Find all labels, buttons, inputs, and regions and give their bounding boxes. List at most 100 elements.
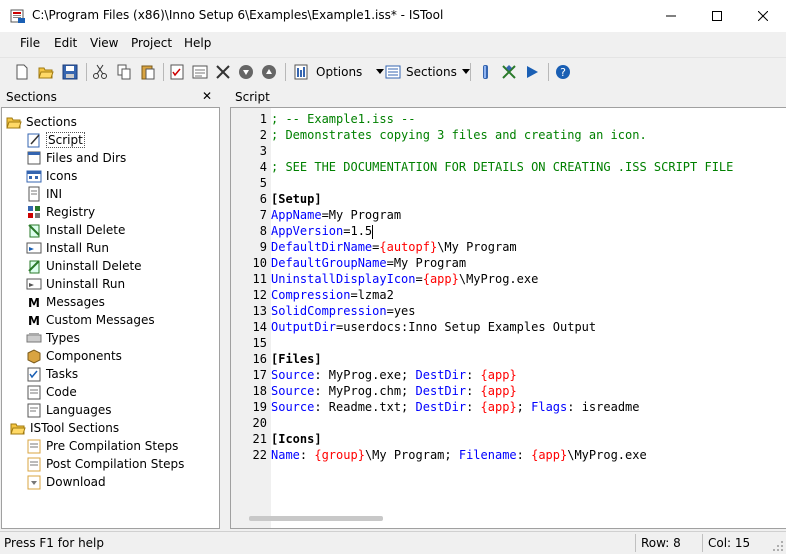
- horizontal-scrollbar[interactable]: [249, 516, 383, 521]
- new-button[interactable]: [12, 62, 32, 82]
- paste-button[interactable]: [138, 62, 158, 82]
- token-plain: =My Program: [321, 208, 402, 222]
- line-number: 16: [252, 352, 267, 366]
- arrow-down-circle-icon: [239, 65, 253, 79]
- token-key: DestDir: [415, 384, 467, 398]
- tree-item-istool-sections[interactable]: ISTool Sections: [10, 419, 119, 437]
- line-number: 13: [252, 304, 267, 318]
- tree-item-messages[interactable]: M Messages: [26, 293, 105, 311]
- close-window-button[interactable]: [740, 0, 786, 32]
- dropdown-arrow-icon: [461, 69, 470, 74]
- tree-item-pre-compilation-steps[interactable]: Pre Compilation Steps: [26, 437, 178, 455]
- tree-item-label: Uninstall Delete: [46, 259, 142, 273]
- script-editor[interactable]: 1 ; -- Example1.iss -- 2 ; Demonstrates cop…: [230, 107, 786, 529]
- help-button[interactable]: ?: [553, 62, 573, 82]
- sections-dropdown[interactable]: Sections: [385, 62, 470, 82]
- cut-button[interactable]: [90, 62, 110, 82]
- options-label: Options: [316, 65, 363, 79]
- open-button[interactable]: [36, 62, 56, 82]
- line-number: 9: [259, 240, 267, 254]
- tree-item-post-compilation-steps[interactable]: Post Compilation Steps: [26, 455, 184, 473]
- move-down-button[interactable]: [236, 62, 256, 82]
- tree-item-registry[interactable]: Registry: [26, 203, 95, 221]
- types-icon: [26, 333, 42, 343]
- uninstall-run-icon: [26, 278, 42, 290]
- tree-item-sections[interactable]: Sections: [6, 113, 77, 131]
- tree-item-types[interactable]: Types: [26, 329, 80, 347]
- status-divider: [635, 534, 636, 552]
- token-plain: \MyProg.exe: [567, 448, 647, 462]
- tree-item-label: Languages: [46, 403, 112, 417]
- compile-run-button[interactable]: [499, 62, 519, 82]
- menu-edit[interactable]: Edit: [54, 36, 77, 50]
- line-number: 18: [252, 384, 267, 398]
- code-text: SolidCompression=yes: [271, 304, 416, 318]
- components-icon: [27, 349, 41, 364]
- tree-item-languages[interactable]: Languages: [26, 401, 111, 419]
- options-icon: [294, 64, 308, 80]
- tasks-icon: [27, 367, 41, 382]
- code-text: AppName=My Program: [271, 208, 401, 222]
- tree-item-custom-messages[interactable]: M Custom Messages: [26, 311, 155, 329]
- toolbar-separator: [86, 63, 87, 81]
- code-text: OutputDir=userdocs:Inno Setup Examples O…: [271, 320, 596, 334]
- token-plain: =yes: [386, 304, 416, 318]
- menu-bar: File Edit View Project Help: [0, 32, 786, 56]
- line-number: 5: [259, 176, 267, 190]
- sections-panel-close-button[interactable]: ✕: [202, 89, 212, 103]
- tree-item-ini[interactable]: INI: [26, 185, 62, 203]
- tree-item-label: Pre Compilation Steps: [46, 439, 179, 453]
- tree-item-components[interactable]: Components: [26, 347, 122, 365]
- compile-button[interactable]: [475, 62, 495, 82]
- registry-icon: [28, 206, 40, 218]
- copy-button[interactable]: [114, 62, 134, 82]
- resize-grip-icon[interactable]: [772, 540, 784, 552]
- code-text: [Icons]: [271, 432, 322, 446]
- token-comment: ; SEE THE DOCUMENTATION FOR DETAILS ON C…: [271, 160, 734, 174]
- menu-file[interactable]: File: [20, 36, 40, 50]
- toolbar-separator: [548, 63, 549, 81]
- menu-view[interactable]: View: [90, 36, 118, 50]
- code-text: ; SEE THE DOCUMENTATION FOR DETAILS ON C…: [271, 160, 733, 174]
- token-const: {app}: [480, 368, 517, 382]
- line-number: 19: [252, 400, 267, 414]
- move-up-button[interactable]: [259, 62, 279, 82]
- tree-item-uninstall-run[interactable]: Uninstall Run: [26, 275, 125, 293]
- checklist-button[interactable]: [167, 62, 187, 82]
- tree-item-download[interactable]: Download: [26, 473, 106, 491]
- delete-button[interactable]: [213, 62, 233, 82]
- dropdown-arrow-icon: [376, 69, 385, 74]
- code-text: [Files]: [271, 352, 322, 366]
- token-plain: :: [466, 400, 481, 414]
- properties-button[interactable]: [190, 62, 210, 82]
- script-icon: [27, 133, 40, 148]
- tree-item-files-and-dirs[interactable]: Files and Dirs: [26, 149, 126, 167]
- custom-messages-icon: M: [28, 314, 40, 328]
- maximize-button[interactable]: [694, 0, 740, 32]
- title-bar: C:\Program Files (x86)\Inno Setup 6\Exam…: [0, 0, 786, 32]
- tree-item-label: Icons: [46, 169, 78, 183]
- tree-item-icons[interactable]: Icons: [26, 167, 77, 185]
- menu-project[interactable]: Project: [131, 36, 172, 50]
- save-button[interactable]: [60, 62, 80, 82]
- tree-item-script[interactable]: Script: [26, 131, 85, 149]
- code-text: Name: {group}\My Program; Filename: {app…: [271, 448, 647, 462]
- tree-item-tasks[interactable]: Tasks: [26, 365, 78, 383]
- options-dropdown[interactable]: Options: [293, 62, 385, 82]
- install-run-icon: [26, 242, 42, 254]
- menu-help[interactable]: Help: [184, 36, 211, 50]
- tree-item-uninstall-delete[interactable]: Uninstall Delete: [26, 257, 142, 275]
- tree-item-code[interactable]: Code: [26, 383, 77, 401]
- line-number: 12: [252, 288, 267, 302]
- line-number: 11: [252, 272, 267, 286]
- token-key: DestDir: [415, 400, 467, 414]
- token-const: {app}: [480, 400, 517, 414]
- run-button[interactable]: [522, 62, 542, 82]
- minimize-button[interactable]: [648, 0, 694, 32]
- status-col: Col: 15: [708, 536, 751, 550]
- tree-item-install-delete[interactable]: Install Delete: [26, 221, 125, 239]
- code-text: DefaultGroupName=My Program: [271, 256, 466, 270]
- token-plain: : Readme.txt;: [314, 400, 416, 414]
- token-key: SolidCompression: [271, 304, 387, 318]
- tree-item-install-run[interactable]: Install Run: [26, 239, 109, 257]
